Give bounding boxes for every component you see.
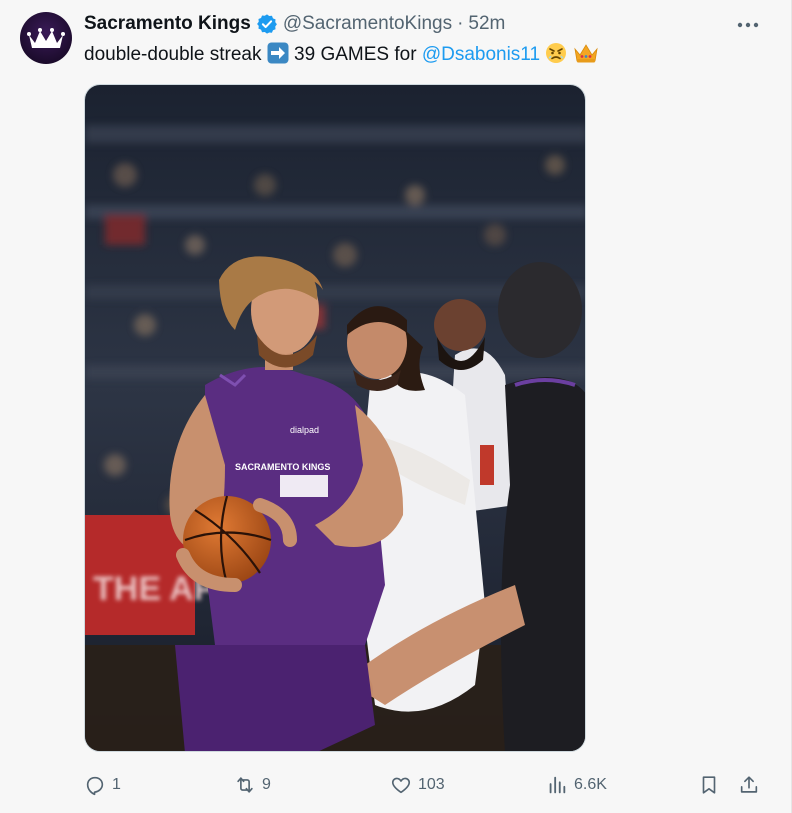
bookmark-icon bbox=[702, 776, 716, 794]
crown-emoji bbox=[573, 42, 599, 72]
reply-count: 1 bbox=[112, 776, 121, 793]
share-button[interactable] bbox=[738, 770, 760, 800]
views-icon bbox=[549, 776, 566, 794]
tweet-actions: 1 9 103 6.6K bbox=[84, 770, 774, 800]
repost-button[interactable]: 9 bbox=[234, 770, 271, 800]
repost-icon bbox=[237, 777, 253, 793]
tweet-text-part-2: 39 GAMES for bbox=[294, 44, 417, 65]
reply-button[interactable]: 1 bbox=[84, 770, 121, 800]
separator-dot: · bbox=[457, 13, 464, 34]
avatar[interactable] bbox=[20, 12, 72, 64]
like-count: 103 bbox=[418, 776, 445, 793]
like-icon bbox=[391, 777, 411, 794]
bookmark-button[interactable] bbox=[698, 770, 720, 800]
angry-face-emoji bbox=[545, 42, 567, 72]
share-icon bbox=[740, 776, 758, 793]
reply-icon bbox=[86, 776, 104, 796]
timestamp[interactable]: 52m bbox=[468, 13, 505, 35]
views-button[interactable]: 6.6K bbox=[546, 770, 607, 800]
tweet-photo[interactable]: THE AP SACRAMENTO KINGS dialpad bbox=[84, 84, 586, 752]
author-name[interactable]: Sacramento Kings bbox=[84, 13, 251, 35]
sponsor-text: dialpad bbox=[290, 425, 319, 435]
author-handle[interactable]: @SacramentoKings bbox=[283, 13, 452, 35]
tweet-text-part-1: double-double streak bbox=[84, 44, 262, 65]
jersey-text: SACRAMENTO KINGS bbox=[235, 462, 330, 472]
kings-crown-logo bbox=[27, 28, 65, 48]
tweet-header: Sacramento Kings @SacramentoKings · 52m bbox=[84, 12, 505, 36]
right-arrow-emoji bbox=[267, 42, 289, 72]
tweet-text: double-double streak 39 GAMES for @Dsabo… bbox=[84, 42, 599, 72]
verified-badge-icon bbox=[256, 13, 278, 35]
repost-count: 9 bbox=[262, 776, 271, 793]
tweet[interactable]: Sacramento Kings @SacramentoKings · 52m … bbox=[0, 0, 792, 813]
like-button[interactable]: 103 bbox=[390, 770, 445, 800]
more-icon[interactable] bbox=[733, 14, 763, 36]
views-count: 6.6K bbox=[574, 776, 607, 793]
mention-link[interactable]: @Dsabonis11 bbox=[422, 44, 540, 65]
